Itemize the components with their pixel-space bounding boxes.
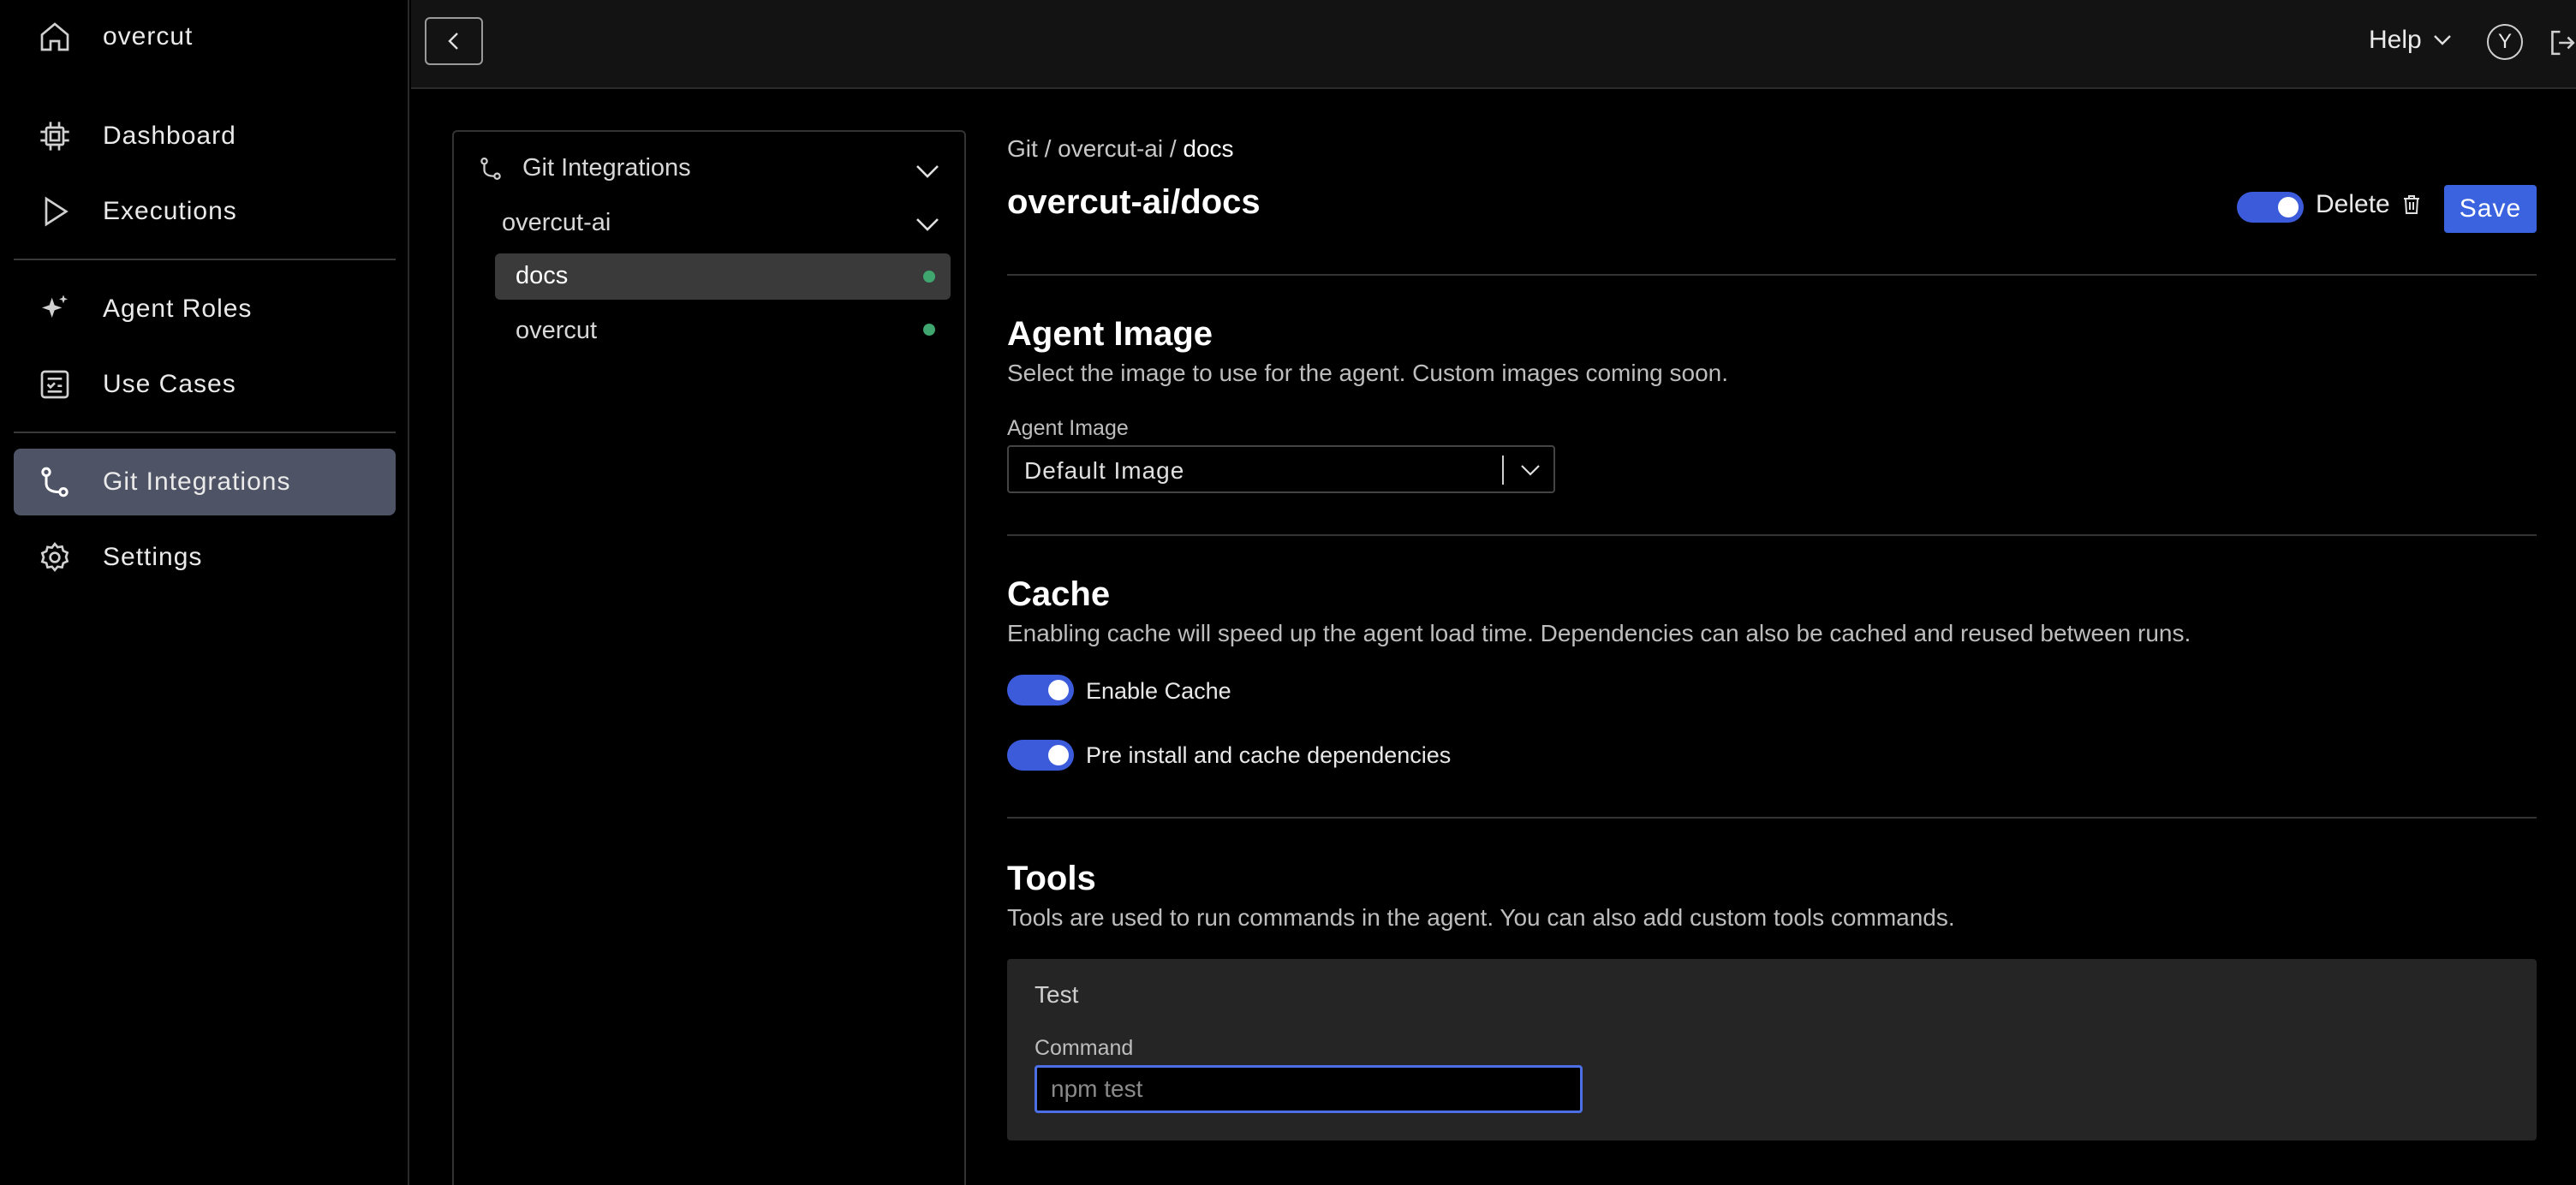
gear-icon <box>40 542 69 572</box>
status-dot <box>923 271 935 283</box>
breadcrumb: Git / overcut-ai / docs <box>1007 135 1234 163</box>
select-value: Default Image <box>1024 457 1185 484</box>
avatar[interactable]: Y <box>2487 24 2523 60</box>
tree-org-overcut-ai[interactable]: overcut-ai <box>502 209 611 237</box>
app-name: overcut <box>103 22 194 51</box>
section-description: Enabling cache will speed up the agent l… <box>1007 620 2191 646</box>
enable-cache-label: Enable Cache <box>1086 678 1231 704</box>
chevron-down-icon[interactable] <box>915 216 940 233</box>
preinstall-cache-toggle[interactable] <box>1007 740 1074 771</box>
git-branch-icon <box>480 157 501 180</box>
sidebar-home[interactable]: overcut <box>14 3 396 70</box>
agent-image-label: Agent Image <box>1007 416 1129 440</box>
tree-repo-docs[interactable]: docs <box>495 253 951 300</box>
cpu-icon <box>40 122 69 151</box>
tool-card: Test Command <box>1007 959 2537 1140</box>
sidebar-item-agent-roles[interactable]: Agent Roles <box>14 276 396 342</box>
tree-org-label: overcut-ai <box>502 209 611 236</box>
delete-button[interactable]: Delete <box>2316 190 2421 219</box>
logout-icon[interactable] <box>2549 27 2576 58</box>
sidebar-item-label: Git Integrations <box>103 467 291 496</box>
delete-label: Delete <box>2316 190 2390 218</box>
sidebar-item-label: Agent Roles <box>103 295 253 323</box>
chevron-down-icon[interactable] <box>915 163 940 180</box>
sidebar-divider <box>14 432 396 433</box>
repo-tree: Git Integrations overcut-ai docs overcut <box>452 130 966 1185</box>
breadcrumb-current: docs <box>1183 135 1234 162</box>
repo-enabled-toggle[interactable] <box>2237 192 2304 223</box>
section-title-cache: Cache <box>1007 575 1111 613</box>
sidebar-item-label: Settings <box>103 543 203 571</box>
sidebar-item-label: Use Cases <box>103 370 236 398</box>
divider <box>1007 274 2537 276</box>
toggle-knob <box>1048 680 1069 700</box>
sidebar-divider <box>14 259 396 260</box>
breadcrumb-git[interactable]: Git <box>1007 135 1038 162</box>
toggle-knob <box>2278 197 2299 217</box>
tool-name: Test <box>1035 981 1079 1008</box>
section-description: Select the image to use for the agent. C… <box>1007 360 1729 386</box>
trash-icon <box>2403 195 2419 214</box>
checklist-icon <box>40 370 69 399</box>
topbar: Help Y <box>411 0 2576 89</box>
tree-root-git-integrations[interactable]: Git Integrations <box>478 154 691 182</box>
breadcrumb-separator: / <box>1169 135 1177 162</box>
sidebar-item-git-integrations[interactable]: Git Integrations <box>14 449 396 515</box>
save-button[interactable]: Save <box>2444 185 2537 233</box>
git-branch-icon <box>41 467 69 497</box>
chevron-down-icon <box>1521 465 1540 476</box>
back-button[interactable] <box>425 17 483 65</box>
sidebar-item-dashboard[interactable]: Dashboard <box>14 103 396 170</box>
sidebar-item-executions[interactable]: Executions <box>14 178 396 245</box>
tree-repo-label: docs <box>516 262 569 289</box>
help-menu[interactable]: Help <box>2369 26 2453 55</box>
divider <box>1007 534 2537 536</box>
section-title-tools: Tools <box>1007 860 1096 897</box>
command-label: Command <box>1035 1036 1134 1060</box>
tree-repo-overcut[interactable]: overcut <box>516 317 597 345</box>
status-dot <box>923 324 935 336</box>
sparkle-icon <box>42 295 68 318</box>
page-title: overcut-ai/docs <box>1007 183 1261 221</box>
sidebar-item-label: Executions <box>103 197 237 225</box>
play-icon <box>45 196 69 227</box>
section-description: Tools are used to run commands in the ag… <box>1007 904 1955 931</box>
breadcrumb-separator: / <box>1044 135 1052 162</box>
help-label: Help <box>2369 26 2422 54</box>
toggle-knob <box>1048 745 1069 765</box>
chevron-left-icon <box>448 33 458 50</box>
divider <box>1007 817 2537 819</box>
preinstall-cache-label: Pre install and cache dependencies <box>1086 742 1452 768</box>
sidebar-item-settings[interactable]: Settings <box>14 524 396 591</box>
agent-image-select[interactable]: Default Image <box>1007 445 1555 493</box>
select-separator <box>1502 456 1504 485</box>
enable-cache-toggle[interactable] <box>1007 675 1074 706</box>
breadcrumb-org[interactable]: overcut-ai <box>1058 135 1163 162</box>
command-input[interactable] <box>1035 1065 1583 1113</box>
sidebar-item-use-cases[interactable]: Use Cases <box>14 351 396 418</box>
tree-root-label: Git Integrations <box>522 154 691 182</box>
section-title-agent-image: Agent Image <box>1007 315 1213 353</box>
tree-repo-label: overcut <box>516 317 598 344</box>
sidebar: overcut Dashboard Executions Agent Roles… <box>0 0 409 1185</box>
home-icon <box>40 22 69 51</box>
chevron-down-icon <box>2433 35 2451 45</box>
sidebar-item-label: Dashboard <box>103 122 236 150</box>
